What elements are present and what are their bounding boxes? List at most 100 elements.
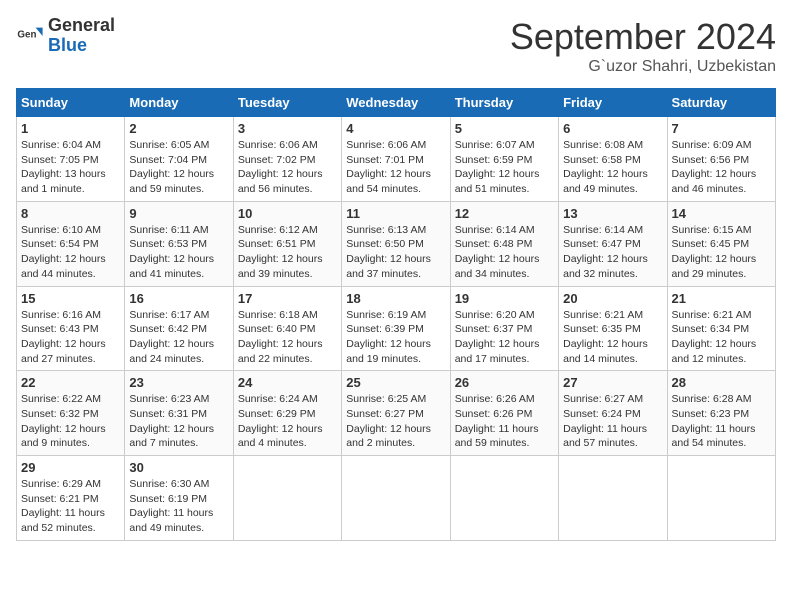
calendar-cell: 28 Sunrise: 6:28 AM Sunset: 6:23 PM Dayli… xyxy=(667,371,775,456)
calendar-cell: 11 Sunrise: 6:13 AM Sunset: 6:50 PM Dayli… xyxy=(342,201,450,286)
day-info: Sunrise: 6:04 AM Sunset: 7:05 PM Dayligh… xyxy=(21,138,120,197)
day-number: 15 xyxy=(21,291,120,306)
day-number: 2 xyxy=(129,121,228,136)
day-number: 5 xyxy=(455,121,554,136)
calendar-cell: 5 Sunrise: 6:07 AM Sunset: 6:59 PM Daylig… xyxy=(450,117,558,202)
calendar-cell: 23 Sunrise: 6:23 AM Sunset: 6:31 PM Dayli… xyxy=(125,371,233,456)
logo: Gen General Blue xyxy=(16,16,115,56)
day-info: Sunrise: 6:21 AM Sunset: 6:34 PM Dayligh… xyxy=(672,308,771,367)
calendar-cell: 30 Sunrise: 6:30 AM Sunset: 6:19 PM Dayli… xyxy=(125,456,233,541)
dow-monday: Monday xyxy=(125,89,233,117)
day-number: 23 xyxy=(129,375,228,390)
day-number: 24 xyxy=(238,375,337,390)
day-info: Sunrise: 6:10 AM Sunset: 6:54 PM Dayligh… xyxy=(21,223,120,282)
calendar-table: SundayMondayTuesdayWednesdayThursdayFrid… xyxy=(16,88,776,541)
calendar-cell: 15 Sunrise: 6:16 AM Sunset: 6:43 PM Dayli… xyxy=(17,286,125,371)
calendar-cell: 8 Sunrise: 6:10 AM Sunset: 6:54 PM Daylig… xyxy=(17,201,125,286)
day-info: Sunrise: 6:21 AM Sunset: 6:35 PM Dayligh… xyxy=(563,308,662,367)
day-info: Sunrise: 6:18 AM Sunset: 6:40 PM Dayligh… xyxy=(238,308,337,367)
calendar-cell: 29 Sunrise: 6:29 AM Sunset: 6:21 PM Dayli… xyxy=(17,456,125,541)
logo-general: General xyxy=(48,16,115,36)
dow-wednesday: Wednesday xyxy=(342,89,450,117)
day-number: 19 xyxy=(455,291,554,306)
calendar-cell: 3Sunrise: 6:06 AM Sunset: 7:02 PM Daylig… xyxy=(233,117,341,202)
day-number: 4 xyxy=(346,121,445,136)
day-number: 21 xyxy=(672,291,771,306)
day-number: 7 xyxy=(672,121,771,136)
dow-saturday: Saturday xyxy=(667,89,775,117)
calendar-cell: 12 Sunrise: 6:14 AM Sunset: 6:48 PM Dayli… xyxy=(450,201,558,286)
day-info: Sunrise: 6:15 AM Sunset: 6:45 PM Dayligh… xyxy=(672,223,771,282)
day-info: Sunrise: 6:13 AM Sunset: 6:50 PM Dayligh… xyxy=(346,223,445,282)
dow-friday: Friday xyxy=(559,89,667,117)
day-number: 22 xyxy=(21,375,120,390)
calendar-cell: 16 Sunrise: 6:17 AM Sunset: 6:42 PM Dayli… xyxy=(125,286,233,371)
day-number: 18 xyxy=(346,291,445,306)
day-info: Sunrise: 6:26 AM Sunset: 6:26 PM Dayligh… xyxy=(455,392,554,451)
day-info: Sunrise: 6:06 AM Sunset: 7:01 PM Dayligh… xyxy=(346,138,445,197)
calendar-cell: 21 Sunrise: 6:21 AM Sunset: 6:34 PM Dayli… xyxy=(667,286,775,371)
day-number: 28 xyxy=(672,375,771,390)
day-number: 8 xyxy=(21,206,120,221)
month-title: September 2024 xyxy=(510,16,776,58)
dow-thursday: Thursday xyxy=(450,89,558,117)
page-header: Gen General Blue September 2024 G`uzor S… xyxy=(16,16,776,76)
calendar-cell: 13Sunrise: 6:14 AM Sunset: 6:47 PM Dayli… xyxy=(559,201,667,286)
calendar-cell: 2 Sunrise: 6:05 AM Sunset: 7:04 PM Daylig… xyxy=(125,117,233,202)
day-number: 11 xyxy=(346,206,445,221)
title-block: September 2024 G`uzor Shahri, Uzbekistan xyxy=(510,16,776,76)
day-number: 14 xyxy=(672,206,771,221)
logo-blue: Blue xyxy=(48,36,115,56)
calendar-cell: 6Sunrise: 6:08 AM Sunset: 6:58 PM Daylig… xyxy=(559,117,667,202)
dow-tuesday: Tuesday xyxy=(233,89,341,117)
logo-icon: Gen xyxy=(16,22,44,50)
calendar-cell: 19 Sunrise: 6:20 AM Sunset: 6:37 PM Dayli… xyxy=(450,286,558,371)
day-number: 20 xyxy=(563,291,662,306)
svg-text:Gen: Gen xyxy=(17,29,36,40)
calendar-cell: 9Sunrise: 6:11 AM Sunset: 6:53 PM Daylig… xyxy=(125,201,233,286)
calendar-cell: 18 Sunrise: 6:19 AM Sunset: 6:39 PM Dayli… xyxy=(342,286,450,371)
day-info: Sunrise: 6:29 AM Sunset: 6:21 PM Dayligh… xyxy=(21,477,120,536)
day-info: Sunrise: 6:23 AM Sunset: 6:31 PM Dayligh… xyxy=(129,392,228,451)
calendar-cell xyxy=(342,456,450,541)
day-number: 27 xyxy=(563,375,662,390)
calendar-cell xyxy=(450,456,558,541)
calendar-cell: 1Sunrise: 6:04 AM Sunset: 7:05 PM Daylig… xyxy=(17,117,125,202)
calendar-cell xyxy=(233,456,341,541)
day-number: 9 xyxy=(129,206,228,221)
day-info: Sunrise: 6:07 AM Sunset: 6:59 PM Dayligh… xyxy=(455,138,554,197)
day-number: 3 xyxy=(238,121,337,136)
day-info: Sunrise: 6:09 AM Sunset: 6:56 PM Dayligh… xyxy=(672,138,771,197)
day-number: 10 xyxy=(238,206,337,221)
calendar-cell: 14 Sunrise: 6:15 AM Sunset: 6:45 PM Dayli… xyxy=(667,201,775,286)
day-info: Sunrise: 6:28 AM Sunset: 6:23 PM Dayligh… xyxy=(672,392,771,451)
day-number: 25 xyxy=(346,375,445,390)
calendar-cell: 4 Sunrise: 6:06 AM Sunset: 7:01 PM Daylig… xyxy=(342,117,450,202)
day-number: 6 xyxy=(563,121,662,136)
day-info: Sunrise: 6:27 AM Sunset: 6:24 PM Dayligh… xyxy=(563,392,662,451)
calendar-cell xyxy=(559,456,667,541)
calendar-cell: 24 Sunrise: 6:24 AM Sunset: 6:29 PM Dayli… xyxy=(233,371,341,456)
calendar-cell: 10 Sunrise: 6:12 AM Sunset: 6:51 PM Dayli… xyxy=(233,201,341,286)
day-number: 12 xyxy=(455,206,554,221)
day-info: Sunrise: 6:16 AM Sunset: 6:43 PM Dayligh… xyxy=(21,308,120,367)
day-info: Sunrise: 6:05 AM Sunset: 7:04 PM Dayligh… xyxy=(129,138,228,197)
day-number: 30 xyxy=(129,460,228,475)
day-info: Sunrise: 6:22 AM Sunset: 6:32 PM Dayligh… xyxy=(21,392,120,451)
calendar-cell: 7 Sunrise: 6:09 AM Sunset: 6:56 PM Daylig… xyxy=(667,117,775,202)
day-info: Sunrise: 6:24 AM Sunset: 6:29 PM Dayligh… xyxy=(238,392,337,451)
day-number: 29 xyxy=(21,460,120,475)
day-info: Sunrise: 6:14 AM Sunset: 6:48 PM Dayligh… xyxy=(455,223,554,282)
day-info: Sunrise: 6:19 AM Sunset: 6:39 PM Dayligh… xyxy=(346,308,445,367)
day-number: 13 xyxy=(563,206,662,221)
calendar-cell: 17Sunrise: 6:18 AM Sunset: 6:40 PM Dayli… xyxy=(233,286,341,371)
day-info: Sunrise: 6:30 AM Sunset: 6:19 PM Dayligh… xyxy=(129,477,228,536)
day-number: 26 xyxy=(455,375,554,390)
day-number: 16 xyxy=(129,291,228,306)
day-info: Sunrise: 6:20 AM Sunset: 6:37 PM Dayligh… xyxy=(455,308,554,367)
dow-sunday: Sunday xyxy=(17,89,125,117)
calendar-cell xyxy=(667,456,775,541)
day-info: Sunrise: 6:12 AM Sunset: 6:51 PM Dayligh… xyxy=(238,223,337,282)
calendar-cell: 22 Sunrise: 6:22 AM Sunset: 6:32 PM Dayli… xyxy=(17,371,125,456)
day-info: Sunrise: 6:17 AM Sunset: 6:42 PM Dayligh… xyxy=(129,308,228,367)
